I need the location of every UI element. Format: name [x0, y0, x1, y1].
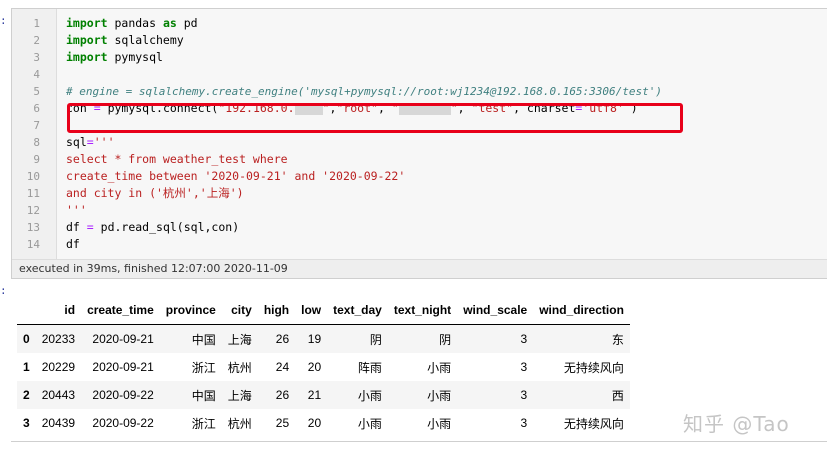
line-number: 1 — [33, 17, 40, 30]
line-number: 8 — [33, 136, 40, 149]
line-number: 14 — [26, 238, 40, 251]
row-index: 3 — [23, 416, 30, 430]
watermark: 知乎 @Tao — [683, 412, 790, 436]
column-header: create_time — [81, 296, 160, 325]
table-cell: 20443 — [41, 388, 76, 402]
table-cell: 21 — [307, 388, 322, 402]
execution-status-bar: executed in 39ms, finished 12:07:00 2020… — [12, 259, 827, 278]
line-number: 10 — [26, 170, 40, 183]
table-cell: 20 — [307, 360, 322, 374]
line-number: 3 — [33, 51, 40, 64]
table-header-row: id create_time province city high low te… — [17, 296, 630, 325]
code-line-13: df = pd.read_sql(sql,con) — [66, 220, 240, 234]
line-number: 6 — [33, 102, 40, 115]
table-cell: 20439 — [41, 416, 76, 430]
table-cell: 无持续风向 — [563, 416, 624, 431]
table-cell: 26 — [275, 388, 290, 402]
table-row: 0 20233 2020-09-21 中国 上海 26 19 阴 阴 3 东 — [17, 324, 630, 353]
line-number: 7 — [33, 119, 40, 132]
code-editor[interactable]: 1 2 3 4 5 6 7 8 9 10 11 12 13 14 import … — [12, 9, 827, 259]
line-number: 11 — [26, 187, 40, 200]
table-cell: 西 — [611, 388, 624, 403]
column-header: province — [159, 296, 222, 325]
line-number: 4 — [33, 68, 40, 81]
table-cell: 20 — [307, 416, 322, 430]
table-cell: 中国 — [191, 388, 216, 403]
line-number: 5 — [33, 85, 40, 98]
table-cell: 杭州 — [227, 360, 252, 375]
code-line-5-comment: # engine = sqlalchemy.create_engine('mys… — [66, 85, 663, 98]
table-cell: 浙江 — [191, 416, 216, 431]
table-cell: 杭州 — [227, 416, 252, 431]
code-line-3: import pymysql — [66, 50, 163, 64]
column-header: text_night — [387, 296, 458, 325]
line-number: 12 — [26, 204, 40, 217]
table-cell: 2020-09-21 — [92, 360, 154, 374]
table-cell: 2020-09-22 — [92, 416, 154, 430]
code-line-8: sql=''' — [66, 135, 115, 149]
table-cell: 小雨 — [427, 416, 452, 431]
table-cell: 3 — [520, 332, 528, 346]
table-cell: 3 — [520, 416, 528, 430]
table-cell: 浙江 — [191, 360, 216, 375]
table-cell: 小雨 — [427, 360, 452, 375]
code-line-12: ''' — [66, 203, 87, 217]
table-row: 1 20229 2020-09-21 浙江 杭州 24 20 阵雨 小雨 3 无… — [17, 353, 630, 381]
column-header: id — [35, 296, 82, 325]
row-index: 2 — [23, 388, 30, 402]
column-header: wind_scale — [457, 296, 534, 325]
table-cell: 20233 — [41, 332, 76, 346]
table-cell: 无持续风向 — [563, 360, 624, 375]
column-header: text_day — [327, 296, 388, 325]
table-cell: 小雨 — [357, 416, 382, 431]
table-cell: 阴 — [369, 332, 382, 347]
table-cell: 小雨 — [427, 388, 452, 403]
table-cell: 3 — [520, 360, 528, 374]
line-number: 13 — [26, 221, 40, 234]
row-index: 1 — [23, 360, 30, 374]
highlight-box — [67, 103, 683, 133]
input-prompt: : — [0, 14, 7, 27]
output-divider — [11, 441, 827, 442]
execution-status-text: executed in 39ms, finished 12:07:00 2020… — [19, 262, 288, 275]
table-cell: 2020-09-21 — [92, 332, 154, 346]
code-line-14: df — [66, 237, 80, 251]
code-line-10: create_time between '2020-09-21' and '20… — [66, 169, 406, 183]
column-header — [17, 296, 36, 325]
row-index: 0 — [23, 332, 30, 346]
table-cell: 20229 — [41, 360, 76, 374]
code-line-2: import sqlalchemy — [66, 33, 184, 47]
table-cell: 2020-09-22 — [92, 388, 154, 402]
table-cell: 东 — [611, 332, 624, 347]
code-line-9: select * from weather_test where — [66, 152, 288, 166]
column-header: wind_direction — [533, 296, 630, 325]
column-header: high — [257, 296, 296, 325]
table-cell: 阴 — [439, 332, 452, 347]
table-cell: 阵雨 — [357, 360, 382, 375]
table-cell: 小雨 — [357, 388, 382, 403]
line-number: 9 — [33, 153, 40, 166]
line-number: 2 — [33, 34, 40, 47]
table-cell: 19 — [307, 332, 322, 346]
code-line-1: import pandas as pd — [66, 16, 198, 30]
table-cell: 上海 — [227, 388, 252, 403]
dataframe-output-table: id create_time province city high low te… — [17, 296, 630, 437]
table-row: 2 20443 2020-09-22 中国 上海 26 21 小雨 小雨 3 西 — [17, 381, 630, 409]
table-cell: 25 — [275, 416, 290, 430]
column-header: low — [295, 296, 328, 325]
table-cell: 26 — [275, 332, 290, 346]
output-prompt: : — [0, 284, 7, 297]
table-cell: 上海 — [227, 332, 252, 347]
table-cell: 24 — [275, 360, 290, 374]
code-line-11: and city in ('杭州','上海') — [66, 186, 244, 200]
table-cell: 3 — [520, 388, 528, 402]
column-header: city — [221, 296, 258, 325]
table-cell: 中国 — [191, 332, 216, 347]
code-cell[interactable]: 1 2 3 4 5 6 7 8 9 10 11 12 13 14 import … — [11, 8, 827, 279]
table-row: 3 20439 2020-09-22 浙江 杭州 25 20 小雨 小雨 3 无… — [17, 409, 630, 437]
